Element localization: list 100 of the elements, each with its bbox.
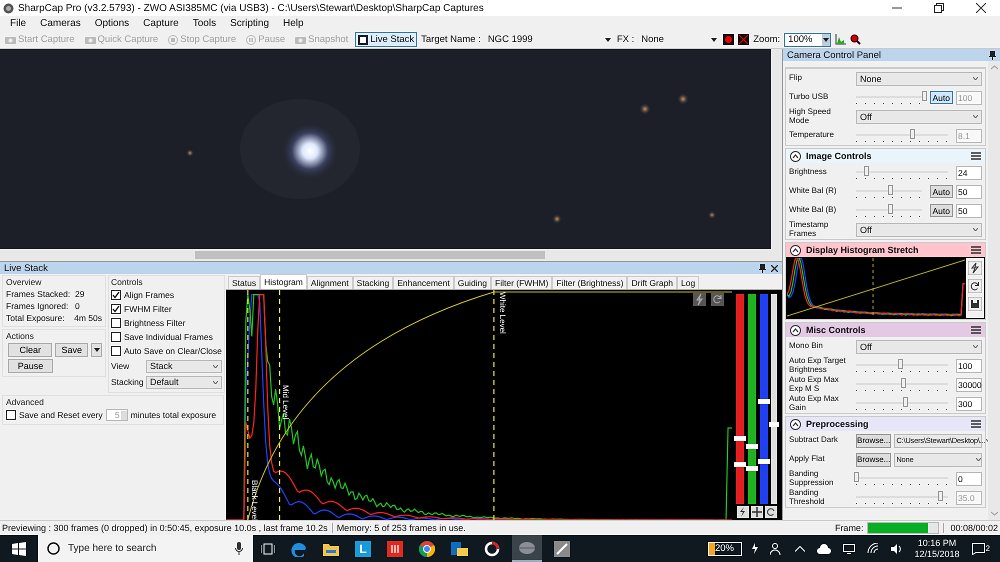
windows-start-icon[interactable]	[12, 542, 26, 556]
menu-icon[interactable]	[971, 246, 981, 254]
section-header[interactable]: Image Controls	[786, 149, 985, 163]
lightning-icon[interactable]	[737, 506, 749, 518]
tab[interactable]: Filter (FWHM)	[491, 276, 552, 289]
reset-icon[interactable]	[968, 279, 982, 293]
microphone-icon[interactable]	[235, 542, 243, 555]
record-icon[interactable]	[723, 34, 734, 45]
checkbox[interactable]	[111, 332, 121, 342]
cloud-icon[interactable]	[816, 544, 830, 554]
menu-icon[interactable]	[971, 152, 981, 160]
section-header[interactable]: Preprocessing	[786, 417, 985, 431]
crosshair-icon[interactable]	[738, 34, 750, 45]
target-name-field[interactable]: NGC 1999	[484, 34, 613, 46]
toolbar-button[interactable]: Live Stack	[355, 32, 418, 47]
pen-icon[interactable]	[554, 540, 570, 556]
battery-indicator[interactable]: 20%	[708, 542, 742, 556]
menu-icon[interactable]	[971, 420, 981, 428]
plug-icon[interactable]	[752, 543, 758, 554]
people-icon[interactable]	[770, 542, 782, 554]
menu-item[interactable]: Options	[94, 18, 130, 29]
section-header[interactable]: Misc Controls	[786, 323, 985, 337]
horizontal-scrollbar[interactable]	[0, 249, 782, 261]
lightning-icon[interactable]	[968, 261, 982, 275]
ring-icon[interactable]	[484, 540, 500, 556]
browser-icon[interactable]	[291, 540, 307, 556]
folder-icon[interactable]	[323, 542, 339, 556]
fx-dropdown[interactable]: None	[638, 34, 720, 46]
browse-button[interactable]: Browse...	[856, 434, 892, 448]
checkbox[interactable]	[111, 304, 121, 314]
pause-button[interactable]: Pause	[8, 359, 53, 373]
monitor-icon[interactable]	[842, 544, 854, 554]
select-dropdown[interactable]: None	[856, 72, 982, 86]
tab[interactable]: Guiding	[454, 276, 492, 289]
menu-item[interactable]: Cameras	[40, 18, 81, 29]
magnifier-icon[interactable]	[850, 34, 864, 45]
select-dropdown[interactable]: Off	[856, 222, 982, 236]
checkbox[interactable]	[111, 346, 121, 356]
level-marker-line[interactable]	[247, 290, 248, 520]
task-view-icon[interactable]	[261, 542, 275, 554]
value-field[interactable]: 24	[956, 166, 982, 180]
close-icon[interactable]	[771, 264, 778, 272]
value-field[interactable]: 50	[956, 204, 982, 218]
tab[interactable]: Log	[677, 276, 700, 289]
zoom-dropdown[interactable]: 100%	[784, 32, 832, 46]
tab[interactable]: Enhancement	[393, 276, 454, 289]
tab[interactable]: Stacking	[352, 276, 394, 289]
crosshair-icon[interactable]	[751, 506, 763, 518]
notification-button[interactable]: 2	[972, 542, 990, 554]
menu-item[interactable]: File	[10, 18, 26, 29]
select-dropdown[interactable]: Off	[856, 110, 982, 124]
tab[interactable]: Drift Graph	[627, 276, 678, 289]
auto-button[interactable]: Auto	[930, 204, 953, 217]
close-icon[interactable]	[976, 3, 986, 13]
tab[interactable]: Histogram	[260, 274, 307, 289]
menu-item[interactable]: Scripting	[230, 18, 270, 29]
wifi-icon[interactable]	[866, 543, 878, 554]
value-field[interactable]: 300	[956, 396, 982, 410]
level-marker-line[interactable]	[278, 290, 280, 520]
value-field[interactable]: 0	[956, 472, 982, 486]
save-icon[interactable]	[968, 297, 982, 311]
vertical-scrollbar[interactable]	[771, 49, 782, 249]
value-field[interactable]: 50	[956, 184, 982, 198]
checkbox[interactable]	[111, 318, 121, 328]
clock-date[interactable]: 12/15/2018	[914, 548, 960, 560]
channel-sliders-drawing[interactable]	[734, 294, 780, 504]
select-dropdown[interactable]: Stack	[146, 360, 222, 372]
section-header[interactable]: Display Histogram Stretch	[786, 243, 985, 257]
clock-time[interactable]: 10:16 PM	[918, 538, 956, 548]
tab[interactable]: Alignment	[306, 276, 353, 289]
level-marker-line[interactable]	[493, 290, 494, 520]
taskbar-app[interactable]	[512, 535, 542, 562]
pin-icon[interactable]	[989, 50, 996, 60]
mail-icon[interactable]	[451, 540, 468, 556]
histogram-icon[interactable]	[835, 34, 846, 45]
search-field[interactable]: Type here to search	[38, 535, 253, 562]
tab[interactable]: Filter (Brightness)	[552, 276, 628, 289]
value-field[interactable]: 100	[956, 358, 982, 372]
menu-item[interactable]: Capture	[143, 18, 179, 29]
bars-icon[interactable]	[387, 540, 403, 556]
auto-button[interactable]: Auto	[930, 185, 953, 198]
browse-button[interactable]: Browse...	[856, 452, 892, 466]
value-field[interactable]: 30000	[956, 378, 982, 392]
pin-icon[interactable]	[759, 264, 766, 272]
save-button[interactable]: Save	[55, 343, 88, 357]
select-dropdown[interactable]: Off	[856, 340, 982, 354]
checkbox[interactable]	[6, 410, 16, 420]
chrome-icon[interactable]	[419, 540, 435, 556]
maximize-icon[interactable]	[934, 3, 944, 13]
select-dropdown[interactable]: Default	[146, 376, 222, 388]
menu-item[interactable]: Tools	[192, 18, 216, 29]
menu-item[interactable]: Help	[283, 18, 304, 29]
reset-icon[interactable]	[765, 506, 777, 518]
level-marker-line[interactable]	[872, 258, 874, 318]
tab[interactable]: Status	[228, 276, 260, 289]
clear-button[interactable]: Clear	[8, 343, 52, 357]
speaker-icon[interactable]	[890, 544, 902, 554]
save-dropdown-button[interactable]	[91, 343, 102, 357]
menu-icon[interactable]	[971, 326, 981, 334]
checkbox[interactable]	[111, 290, 121, 300]
